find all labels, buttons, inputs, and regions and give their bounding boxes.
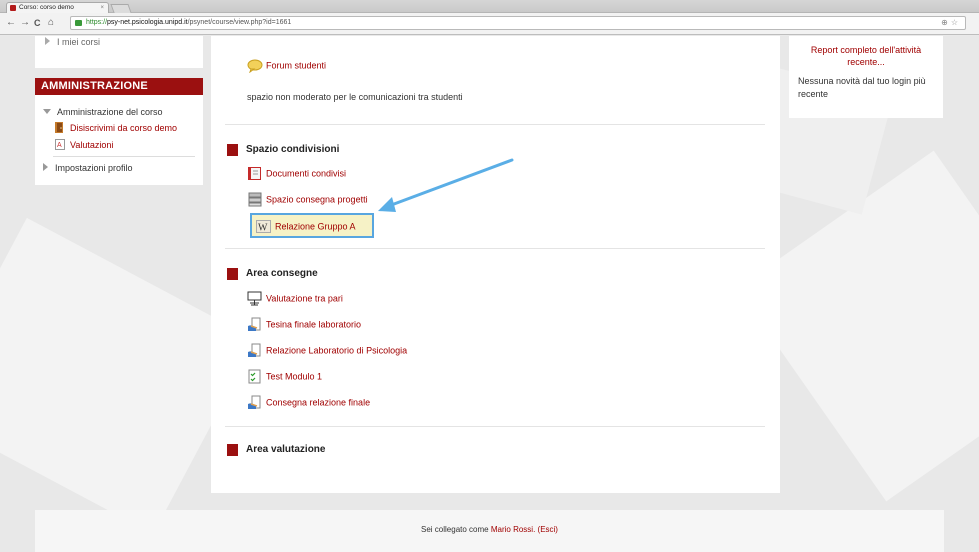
shared-docs-link[interactable]: Documenti condivisi	[247, 166, 346, 181]
section-marker	[227, 268, 238, 280]
moodle-favicon-icon	[10, 5, 16, 11]
course-admin-node[interactable]: Amministrazione del corso	[43, 107, 163, 117]
annotation-arrow	[378, 158, 514, 212]
footer: Sei collegato come Mario Rossi. (Esci)	[35, 510, 944, 552]
url-host: psy-net.psicologia.unipd.it	[107, 19, 188, 26]
tab-close-icon[interactable]: ×	[100, 3, 104, 13]
final-report-link[interactable]: Consegna relazione finale	[247, 395, 370, 410]
workshop-icon	[247, 291, 262, 306]
course-content: Forum studenti spazio non moderato per l…	[211, 36, 780, 493]
wiki-group-link[interactable]: W Relazione Gruppo A	[256, 219, 356, 234]
administration-title: AMMINISTRAZIONE	[35, 78, 203, 95]
section-marker	[227, 144, 238, 156]
chevron-right-icon	[43, 163, 48, 171]
svg-text:W: W	[258, 223, 268, 234]
database-icon	[248, 192, 262, 207]
section-divider	[225, 426, 765, 427]
divider	[53, 156, 195, 157]
section-title-evaluation: Area valutazione	[246, 444, 326, 455]
logged-as-text: Sei collegato come	[421, 525, 489, 534]
svg-text:A: A	[57, 142, 62, 149]
chevron-right-icon	[45, 37, 50, 45]
section-marker	[227, 444, 238, 456]
assignment-icon	[248, 395, 261, 409]
unenroll-link[interactable]: Disiscrivimi da corso demo	[55, 122, 177, 133]
test-module-link[interactable]: Test Modulo 1	[247, 369, 322, 384]
lab-report-link[interactable]: Relazione Laboratorio di Psicologia	[247, 343, 407, 358]
browser-tab-strip: Corso: corso demo ×	[0, 0, 979, 13]
forum-bubble-icon	[247, 59, 263, 73]
url-path: /psynet/course/view.php?id=1661	[187, 19, 292, 26]
grades-link[interactable]: A Valutazioni	[55, 139, 113, 150]
project-space-link[interactable]: Spazio consegna progetti	[247, 192, 368, 207]
assignment-icon	[248, 317, 261, 331]
section-divider	[225, 248, 765, 249]
login-info: Sei collegato come Mario Rossi. (Esci)	[35, 525, 944, 534]
my-courses-item[interactable]: I miei corsi	[45, 37, 100, 47]
browser-toolbar: ← → C ⌂ https://psy-net.psicologia.unipd…	[0, 13, 979, 35]
section-title-shared: Spazio condivisioni	[246, 144, 340, 155]
browser-tab[interactable]: Corso: corso demo ×	[6, 2, 109, 13]
grades-icon: A	[55, 139, 65, 150]
final-thesis-link[interactable]: Tesina finale laboratorio	[247, 317, 361, 332]
profile-settings-node[interactable]: Impostazioni profilo	[43, 163, 133, 173]
url-scheme: https://	[86, 19, 108, 26]
door-icon	[55, 122, 63, 133]
assignment-icon	[248, 343, 261, 357]
recent-activity-block: Report completo dell'attività recente...…	[789, 36, 943, 118]
chevron-down-icon	[43, 109, 51, 114]
tab-title: Corso: corso demo	[19, 4, 74, 11]
lock-icon	[75, 20, 82, 26]
bookmark-star-icon[interactable]: ⊕☆	[941, 17, 961, 29]
back-arrow-icon[interactable]: ←	[6, 17, 16, 29]
my-courses-block: I miei corsi	[35, 36, 203, 68]
new-tab-button[interactable]	[110, 4, 132, 13]
forum-description: spazio non moderato per le comunicazioni…	[247, 92, 463, 102]
no-news-text: Nessuna novità dal tuo login più recente	[798, 76, 926, 99]
administration-block: AMMINISTRAZIONE Amministrazione del cors…	[35, 78, 203, 185]
forum-link[interactable]: Forum studenti	[247, 58, 326, 73]
reload-icon[interactable]: C	[34, 17, 41, 29]
forward-arrow-icon[interactable]: →	[20, 17, 30, 29]
quiz-icon	[248, 369, 261, 384]
home-icon[interactable]: ⌂	[48, 17, 54, 29]
section-divider	[225, 124, 765, 125]
wiki-icon: W	[256, 220, 271, 234]
full-report-link[interactable]: Report completo dell'attività recente...	[793, 44, 939, 68]
logout-link[interactable]: (Esci)	[538, 525, 558, 534]
book-icon	[248, 167, 261, 180]
section-title-assignments: Area consegne	[246, 268, 318, 279]
address-bar[interactable]: https://psy-net.psicologia.unipd.it/psyn…	[70, 16, 966, 30]
peer-review-link[interactable]: Valutazione tra pari	[247, 291, 343, 306]
user-profile-link[interactable]: Mario Rossi.	[491, 525, 535, 534]
